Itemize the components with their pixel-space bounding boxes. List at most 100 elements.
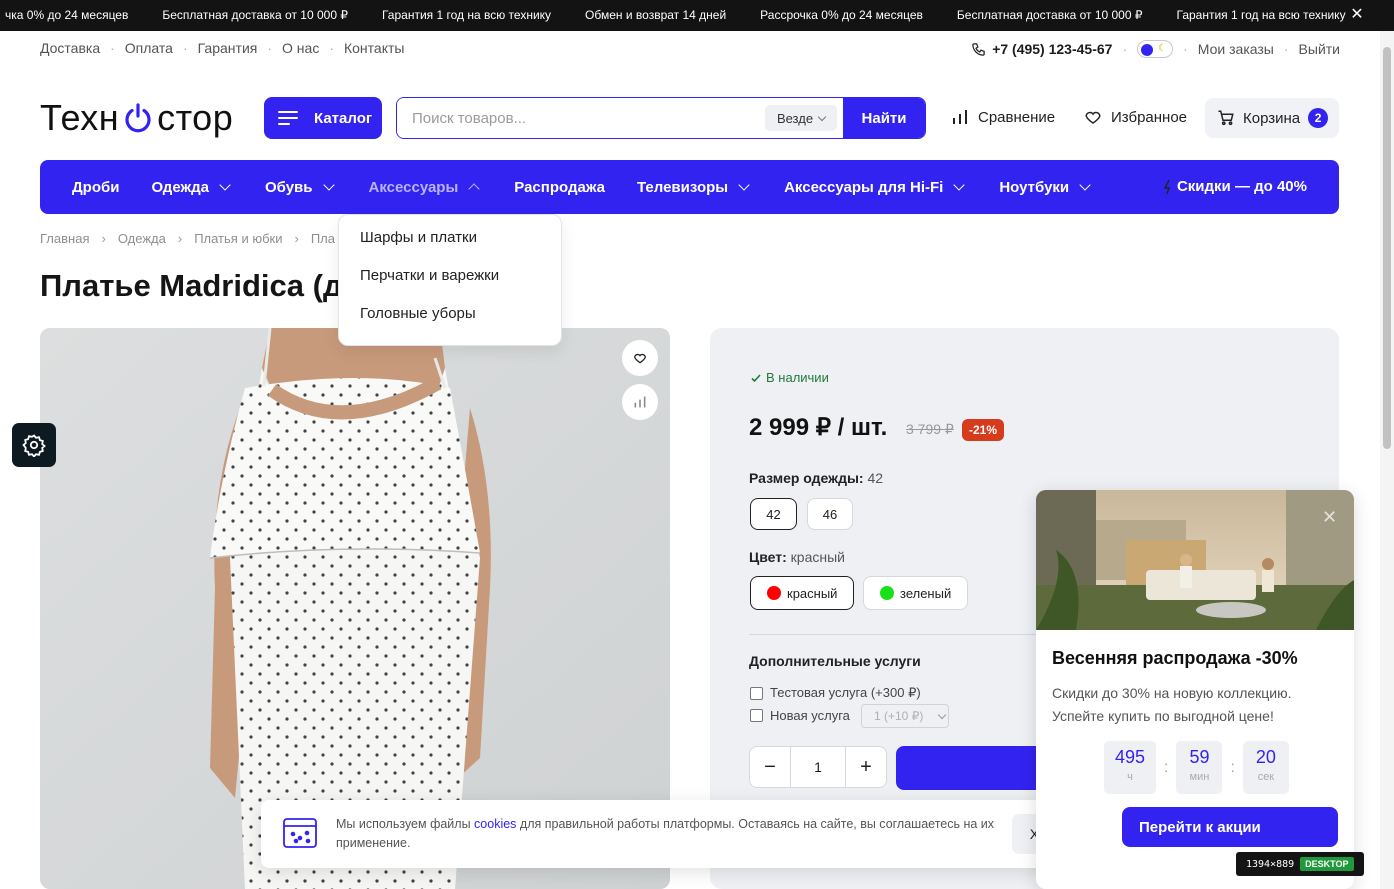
gear-icon bbox=[22, 434, 46, 457]
compare-button[interactable] bbox=[622, 384, 658, 420]
timer-hours: 495 ч bbox=[1104, 741, 1156, 794]
plus-button[interactable]: + bbox=[846, 747, 886, 787]
nav-promo-link[interactable]: Скидки — до 40% bbox=[1163, 178, 1307, 195]
heart-icon bbox=[1085, 111, 1101, 124]
chevron-right-icon: › bbox=[177, 231, 183, 246]
my-orders-link[interactable]: Мои заказы bbox=[1198, 41, 1274, 57]
breadcrumb: Главная › Одежда › Платья и юбки › Пла bbox=[40, 231, 335, 246]
check-icon bbox=[751, 373, 761, 382]
timer-value: 20 bbox=[1255, 747, 1276, 767]
timer-colon: : bbox=[1164, 758, 1169, 776]
compare-link[interactable]: Сравнение bbox=[951, 108, 1055, 126]
cart-icon bbox=[1218, 110, 1234, 126]
search-scope-select[interactable]: Везде bbox=[765, 105, 837, 131]
nav-item-drobi[interactable]: Дроби bbox=[72, 179, 120, 196]
dropdown-item-scarves[interactable]: Шарфы и платки bbox=[360, 229, 561, 267]
service-checkbox[interactable] bbox=[750, 709, 763, 722]
chevron-down-icon bbox=[1079, 179, 1091, 191]
separator-dot: · bbox=[1283, 41, 1289, 57]
scrollbar[interactable] bbox=[1380, 31, 1394, 889]
service-label: Новая услуга bbox=[770, 708, 850, 723]
color-swatch bbox=[880, 586, 894, 600]
power-icon bbox=[125, 103, 151, 133]
countdown-timer: 495 ч : 59 мин : 20 сек bbox=[1104, 741, 1289, 794]
breadcrumb-item[interactable]: Платья и юбки bbox=[194, 231, 282, 246]
nav-item-sale[interactable]: Распродажа bbox=[514, 179, 605, 196]
ticker-item: Обмен и возврат 14 дней bbox=[585, 8, 727, 22]
chevron-down-icon bbox=[817, 112, 827, 121]
add-to-cart-button[interactable] bbox=[896, 746, 1046, 790]
nav-label: Телевизоры bbox=[636, 178, 729, 196]
promo-cta-button[interactable]: Перейти к акции bbox=[1122, 807, 1338, 847]
promo-close-icon[interactable]: ✕ bbox=[1322, 508, 1337, 526]
catalog-label: Каталог bbox=[314, 109, 373, 127]
nav-item-laptops[interactable]: Ноутбуки bbox=[999, 179, 1093, 196]
color-option-green[interactable]: зеленый bbox=[863, 576, 968, 610]
breadcrumb-item[interactable]: Главная bbox=[40, 231, 89, 246]
quantity-value[interactable]: 1 bbox=[790, 747, 846, 787]
nav-item-tv[interactable]: Телевизоры bbox=[637, 179, 752, 196]
favorites-link[interactable]: Избранное bbox=[1084, 108, 1187, 126]
ticker-item: Бесплатная доставка от 10 000 ₽ bbox=[162, 8, 348, 22]
link-warranty[interactable]: Гарантия bbox=[198, 40, 258, 56]
separator-dot: · bbox=[267, 40, 273, 56]
ticker-close-icon[interactable]: ✕ bbox=[1348, 6, 1366, 24]
moon-icon: ☾ bbox=[1158, 43, 1168, 54]
lightning-icon bbox=[1163, 179, 1170, 194]
nav-item-clothing[interactable]: Одежда bbox=[152, 179, 233, 196]
breadcrumb-item[interactable]: Одежда bbox=[118, 231, 166, 246]
search-button[interactable]: Найти bbox=[843, 98, 925, 138]
nav-label: Одежда bbox=[151, 178, 209, 196]
viewport-size: 1394×889 bbox=[1246, 858, 1295, 870]
search-scope-label: Везде bbox=[776, 110, 814, 126]
link-payment[interactable]: Оплата bbox=[125, 40, 173, 56]
cookie-link[interactable]: cookies bbox=[474, 817, 516, 831]
separator-dot: · bbox=[1122, 41, 1128, 57]
accessories-dropdown: Шарфы и платки Перчатки и варежки Головн… bbox=[338, 214, 562, 346]
timer-unit: ч bbox=[1127, 771, 1133, 783]
logo-text-left: Техн bbox=[40, 97, 120, 138]
logout-link[interactable]: Выйти bbox=[1299, 41, 1340, 57]
nav-item-accessories[interactable]: Аксессуары bbox=[369, 179, 483, 196]
nav-item-shoes[interactable]: Обувь bbox=[265, 179, 337, 196]
timer-value: 59 bbox=[1189, 747, 1210, 767]
timer-unit: сек bbox=[1257, 771, 1275, 783]
scrollbar-thumb[interactable] bbox=[1383, 47, 1391, 449]
cookie-text-before: Мы используем файлы bbox=[336, 817, 475, 831]
favorite-button[interactable] bbox=[622, 340, 658, 376]
promo-image bbox=[1036, 490, 1354, 630]
catalog-button[interactable]: Каталог bbox=[264, 97, 382, 139]
link-about[interactable]: О нас bbox=[282, 40, 319, 56]
size-option-46[interactable]: 46 bbox=[807, 498, 853, 530]
dropdown-item-hats[interactable]: Головные уборы bbox=[360, 305, 561, 343]
site-logo[interactable]: Техн стор bbox=[40, 96, 233, 140]
nav-label: Дроби bbox=[72, 178, 120, 196]
service-option[interactable]: Тестовая услуга (+300 ₽) bbox=[750, 685, 921, 701]
phone-link[interactable]: +7 (495) 123-45-67 bbox=[971, 41, 1112, 57]
viewport-mode: DESKTOP bbox=[1300, 857, 1354, 871]
search-input[interactable] bbox=[397, 98, 765, 138]
service-checkbox[interactable] bbox=[750, 686, 763, 700]
nav-label: Распродажа bbox=[514, 178, 605, 196]
cart-button[interactable]: Корзина 2 bbox=[1205, 98, 1339, 138]
settings-button[interactable] bbox=[12, 423, 56, 467]
minus-button[interactable]: − bbox=[750, 747, 790, 787]
service-quantity-select[interactable]: 1 (+10 ₽) bbox=[861, 704, 949, 728]
timer-seconds: 20 сек bbox=[1242, 741, 1289, 794]
color-label-text: Цвет: bbox=[749, 549, 787, 565]
cookie-text: Мы используем файлы cookies для правильн… bbox=[336, 815, 996, 853]
link-delivery[interactable]: Доставка bbox=[40, 40, 100, 56]
size-option-42[interactable]: 42 bbox=[750, 498, 797, 530]
main-nav: Дроби Одежда Обувь Аксессуары Распродажа… bbox=[40, 160, 1339, 214]
dropdown-item-gloves[interactable]: Перчатки и варежки bbox=[360, 267, 561, 305]
service-option[interactable]: Новая услуга bbox=[750, 708, 850, 723]
bar-chart-icon bbox=[953, 110, 967, 124]
theme-toggle[interactable]: ☾ bbox=[1137, 40, 1174, 58]
nav-label: Обувь bbox=[264, 178, 313, 196]
cart-label: Корзина bbox=[1243, 109, 1301, 127]
stock-status: В наличии bbox=[750, 370, 829, 385]
color-option-red[interactable]: красный bbox=[750, 576, 854, 610]
link-contacts[interactable]: Контакты bbox=[344, 40, 404, 56]
bar-chart-icon bbox=[634, 396, 646, 408]
nav-item-hifi[interactable]: Аксессуары для Hi-Fi bbox=[784, 179, 967, 196]
